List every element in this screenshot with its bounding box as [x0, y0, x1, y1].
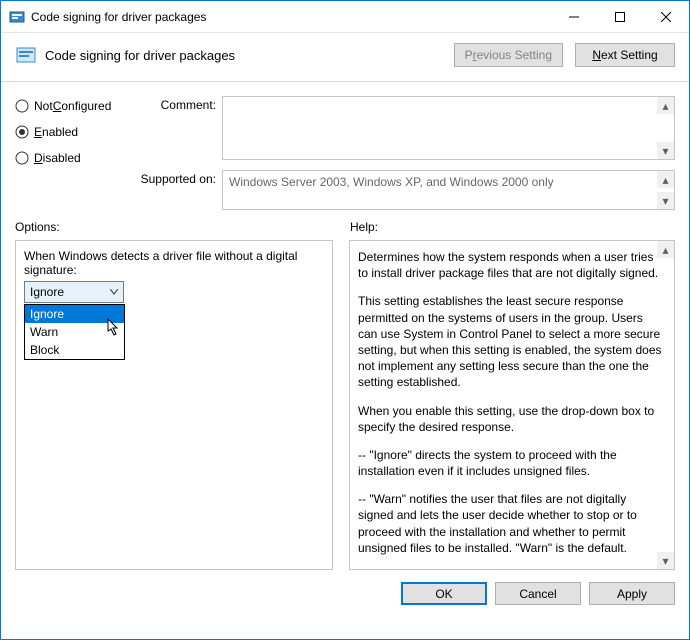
- dropdown-option-warn[interactable]: Warn: [25, 323, 124, 341]
- title-bar: Code signing for driver packages: [1, 1, 689, 33]
- combobox-dropdown: Ignore Warn Block: [24, 304, 125, 360]
- options-label: Options:: [15, 220, 350, 234]
- comment-textbox[interactable]: ▴ ▾: [222, 96, 675, 160]
- header-row: Code signing for driver packages Previou…: [1, 33, 689, 82]
- scroll-up-icon: ▴: [657, 171, 674, 188]
- scroll-down-icon[interactable]: ▾: [657, 552, 674, 569]
- help-label: Help:: [350, 220, 378, 234]
- dropdown-option-ignore[interactable]: Ignore: [25, 305, 124, 323]
- policy-icon: [15, 44, 37, 66]
- cancel-button[interactable]: Cancel: [495, 582, 581, 605]
- dialog-footer: OK Cancel Apply: [1, 570, 689, 617]
- supported-on-label: Supported on:: [135, 170, 222, 186]
- maximize-button[interactable]: [597, 1, 643, 32]
- next-setting-button[interactable]: Next Setting: [575, 43, 675, 67]
- close-button[interactable]: [643, 1, 689, 32]
- supported-on-value: Windows Server 2003, Windows XP, and Win…: [223, 171, 674, 193]
- radio-enabled[interactable]: Enabled: [15, 122, 135, 142]
- chevron-down-icon: [105, 289, 123, 295]
- radio-not-configured[interactable]: Not Configured: [15, 96, 135, 116]
- ok-button[interactable]: OK: [401, 582, 487, 605]
- options-prompt: When Windows detects a driver file witho…: [24, 249, 324, 277]
- scroll-down-icon: ▾: [657, 192, 674, 209]
- minimize-button[interactable]: [551, 1, 597, 32]
- scroll-up-icon[interactable]: ▴: [657, 241, 674, 258]
- radio-disabled[interactable]: Disabled: [15, 148, 135, 168]
- window-title: Code signing for driver packages: [31, 10, 551, 24]
- scroll-down-icon[interactable]: ▾: [657, 142, 674, 159]
- options-panel: When Windows detects a driver file witho…: [15, 240, 333, 570]
- apply-button[interactable]: Apply: [589, 582, 675, 605]
- supported-on-textbox: Windows Server 2003, Windows XP, and Win…: [222, 170, 675, 210]
- previous-setting-button: Previous Setting: [454, 43, 563, 67]
- signature-action-combobox[interactable]: Ignore Ignore Warn Block: [24, 281, 124, 303]
- scroll-up-icon[interactable]: ▴: [657, 97, 674, 114]
- combobox-selected-value: Ignore: [30, 285, 64, 299]
- help-text: Determines how the system responds when …: [358, 249, 666, 561]
- state-radios: Not Configured Enabled Disabled: [15, 96, 135, 220]
- comment-label: Comment:: [135, 96, 222, 112]
- app-icon: [9, 9, 25, 25]
- dropdown-option-block[interactable]: Block: [25, 341, 124, 359]
- header-title: Code signing for driver packages: [45, 48, 454, 63]
- help-panel: ▴ ▾ Determines how the system responds w…: [349, 240, 675, 570]
